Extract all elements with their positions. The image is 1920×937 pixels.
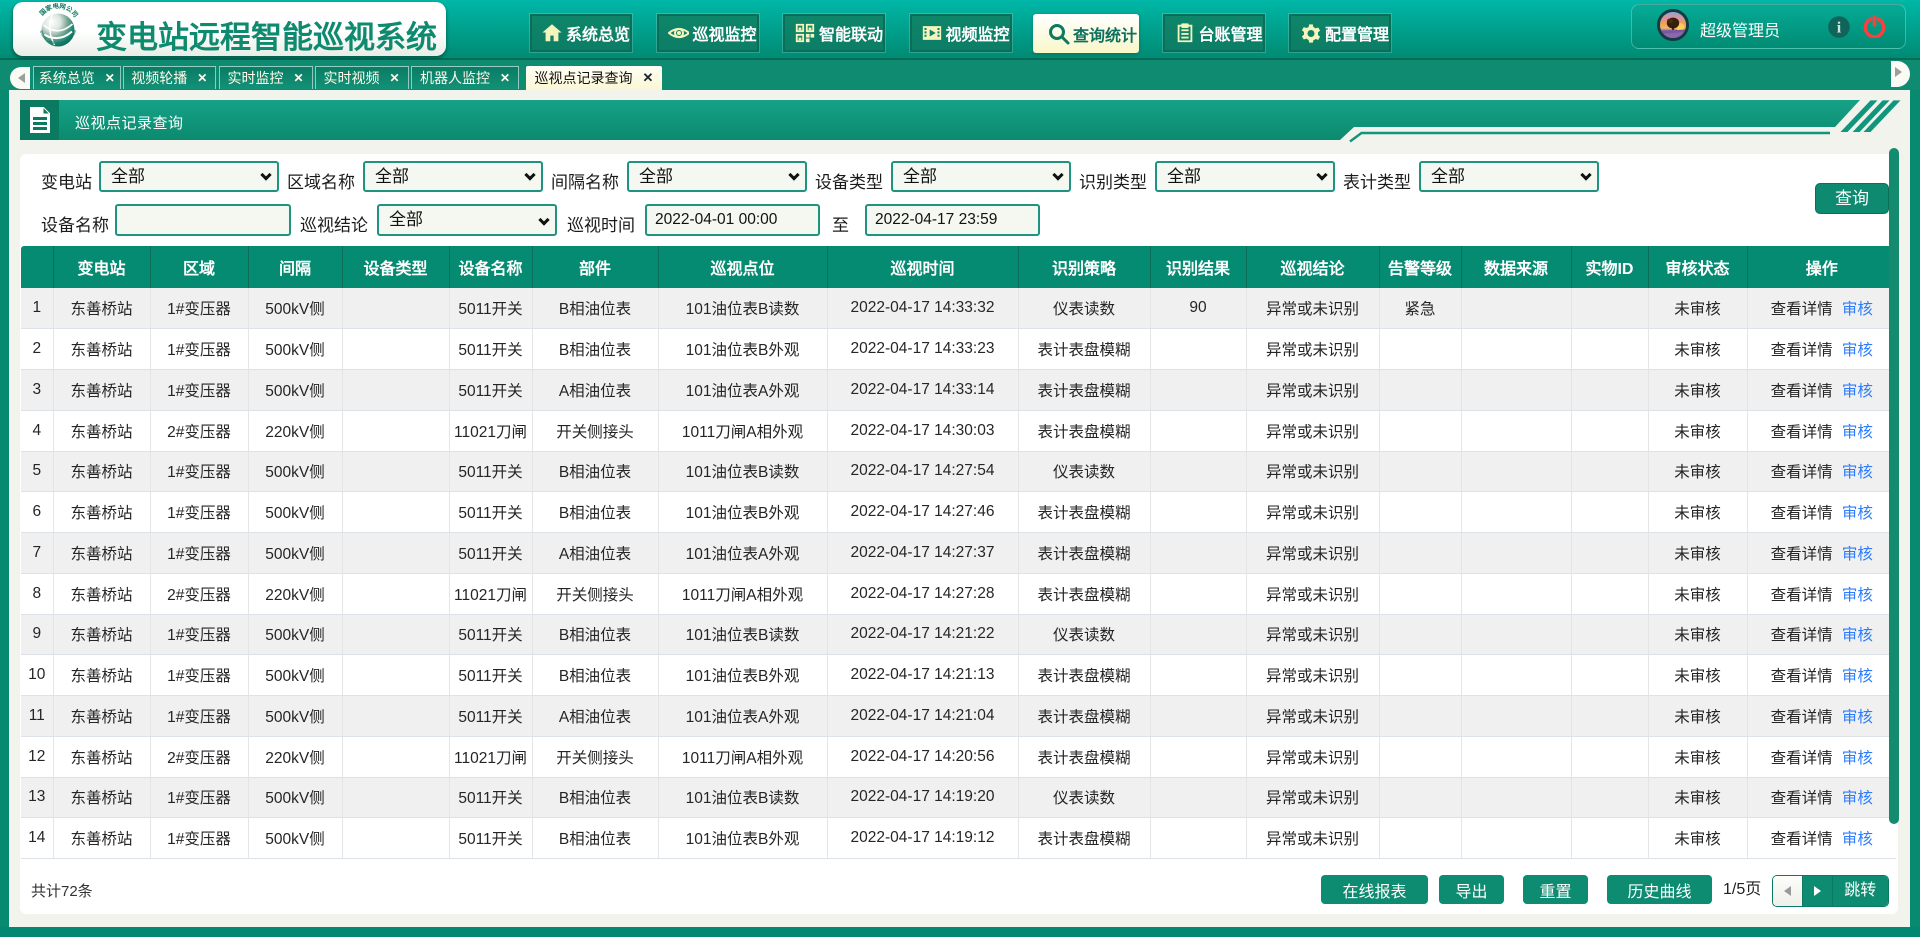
svg-text:i: i (1837, 20, 1842, 37)
